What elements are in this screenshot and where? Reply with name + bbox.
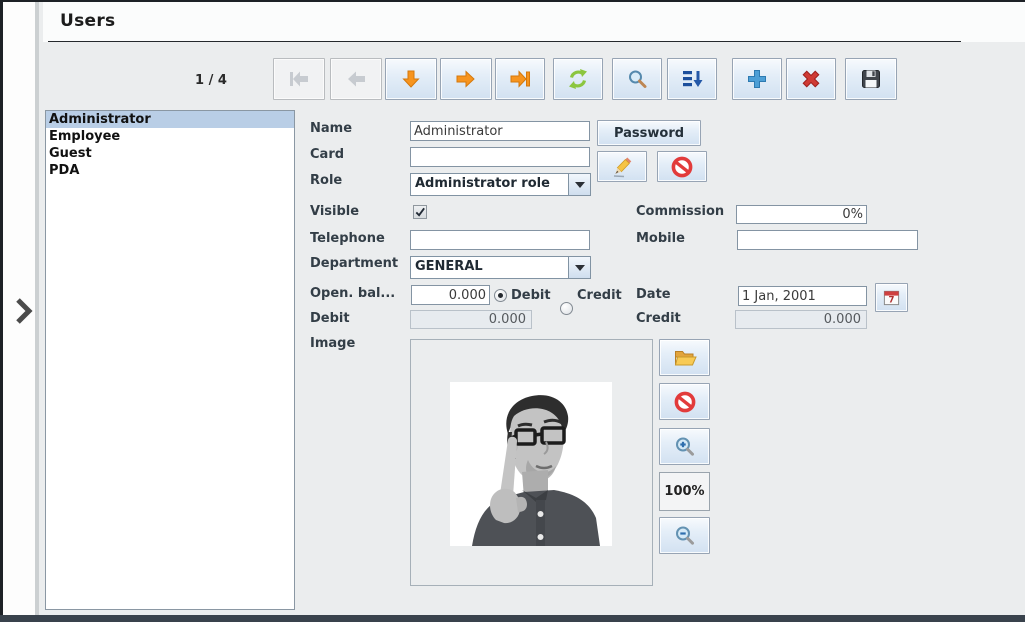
visible-label: Visible [310,204,360,219]
search-button[interactable] [612,58,662,100]
commission-input[interactable] [736,205,867,224]
mobile-label: Mobile [636,231,685,246]
refresh-icon [569,69,587,89]
credit-total-display: 0.000 [735,310,867,329]
user-list-item[interactable]: Administrator [46,111,294,128]
no-entry-icon [671,156,693,177]
name-label: Name [310,121,353,136]
first-record-icon [290,71,308,87]
department-label: Department [310,256,399,271]
move-down-button[interactable] [385,58,437,100]
department-combobox[interactable]: GENERAL [410,256,591,279]
date-picker-button[interactable]: 7 [875,283,908,312]
credit-radio[interactable] [560,302,573,315]
debit-total-display: 0.000 [410,310,532,329]
telephone-label: Telephone [310,231,385,246]
svg-text:7: 7 [889,296,895,306]
down-arrow-icon [402,70,420,88]
folder-icon [674,350,697,365]
role-combobox-arrow[interactable] [568,174,590,195]
window-border-bottom [0,615,1025,622]
search-icon [629,70,647,88]
app-window: Users 1 / 4 Administrator Employee Guest… [0,0,1025,622]
user-list[interactable]: Administrator Employee Guest PDA [45,110,295,610]
add-icon [748,70,766,88]
debit-radio[interactable] [494,289,507,302]
delete-record-button[interactable] [786,58,836,100]
name-input[interactable] [410,121,590,141]
last-record-icon [510,70,530,88]
role-label: Role [310,173,343,188]
first-record-button[interactable] [273,58,325,100]
open-balance-label: Open. bal... [310,286,396,301]
previous-record-button[interactable] [330,58,382,100]
user-list-item[interactable]: Guest [46,145,294,162]
collapsed-sidebar[interactable] [3,2,39,615]
sort-icon [683,71,703,87]
record-counter: 1 / 4 [195,73,227,88]
image-zoom-out-button[interactable] [659,517,710,554]
user-list-item[interactable]: Employee [46,128,294,145]
image-zoom-in-button[interactable] [659,428,710,465]
pencil-icon [613,157,632,177]
next-record-button[interactable] [440,58,492,100]
image-open-button[interactable] [659,339,710,376]
role-combobox[interactable]: Administrator role [410,173,591,196]
card-input[interactable] [410,147,590,167]
credit-label: Credit [636,311,681,326]
user-list-item[interactable]: PDA [46,162,294,179]
visible-checkbox[interactable] [413,205,427,219]
calendar-icon: 7 [883,290,900,306]
next-record-icon [456,70,475,88]
mobile-input[interactable] [737,230,918,250]
refresh-button[interactable] [553,58,603,100]
image-clear-button[interactable] [659,383,710,420]
commission-label: Commission [636,204,725,219]
sort-button[interactable] [667,58,717,100]
department-combobox-arrow[interactable] [568,257,590,278]
open-balance-input[interactable] [411,285,490,305]
save-record-button[interactable] [845,58,897,100]
image-panel [410,339,653,586]
title-separator [48,41,961,42]
date-input[interactable] [738,286,867,306]
role-combobox-value: Administrator role [415,176,550,191]
chevron-down-icon [574,181,585,188]
checkmark-icon [415,207,425,217]
title-strip [43,2,1025,42]
expand-chevron-icon[interactable] [13,296,33,326]
save-icon [862,70,880,88]
date-label: Date [636,287,671,302]
delete-icon [802,70,820,88]
page-title: Users [60,11,116,31]
zoom-out-icon [675,526,694,545]
credit-radio-label[interactable]: Credit [577,288,622,303]
card-clear-button[interactable] [657,151,707,182]
card-label: Card [310,147,345,162]
debit-label: Debit [310,311,350,326]
last-record-button[interactable] [495,58,545,100]
user-photo [450,382,612,546]
card-edit-button[interactable] [597,151,647,182]
add-record-button[interactable] [732,58,782,100]
previous-record-icon [348,71,365,87]
password-button[interactable]: Password [597,120,701,146]
no-entry-icon [674,391,695,412]
debit-radio-label[interactable]: Debit [511,288,551,303]
department-combobox-value: GENERAL [415,259,483,274]
chevron-down-icon [574,264,585,271]
telephone-input[interactable] [410,230,590,250]
image-zoom-level-button[interactable]: 100% [659,472,710,511]
image-label: Image [310,336,356,351]
zoom-in-icon [675,437,694,456]
